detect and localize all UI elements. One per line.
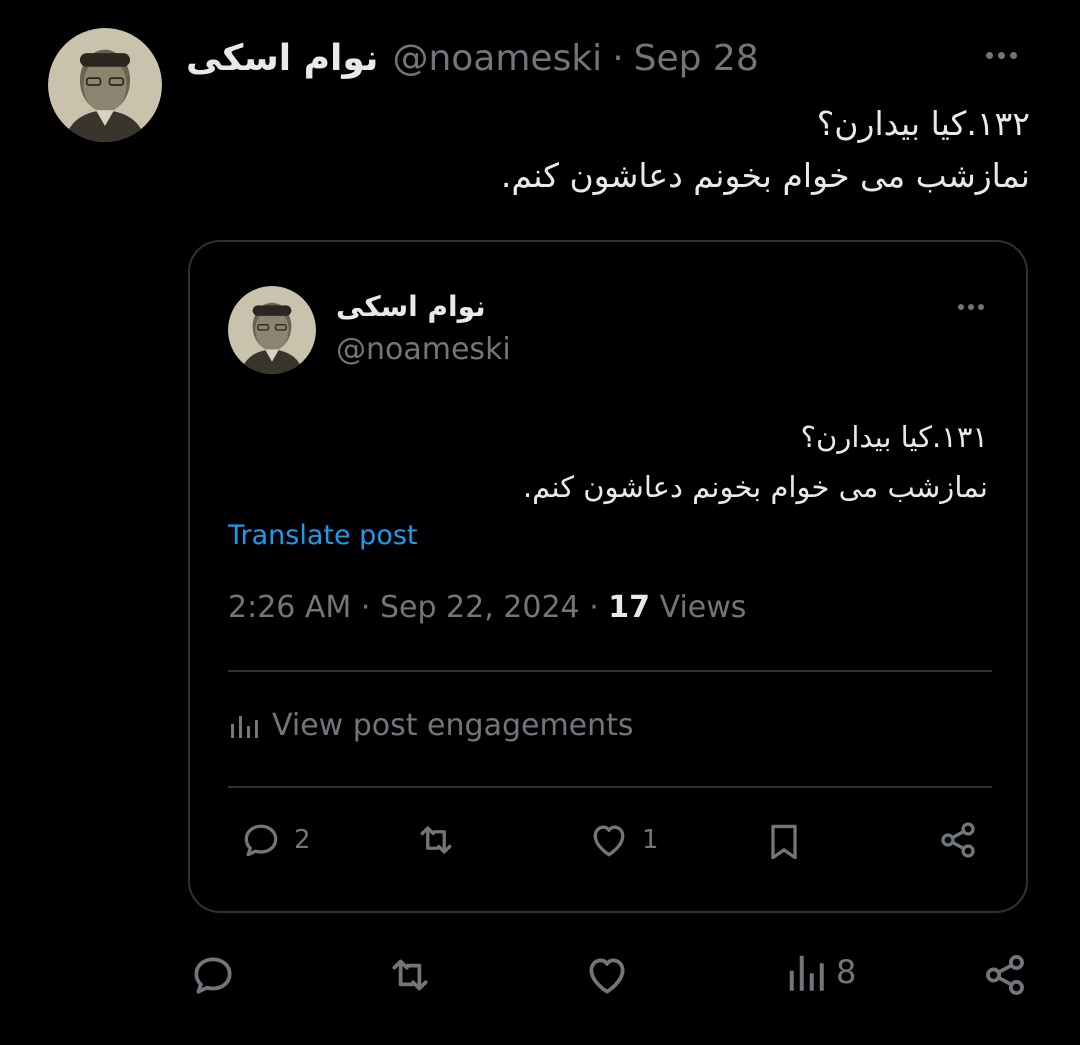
heart-icon <box>589 958 625 994</box>
bar-chart-icon <box>789 955 824 991</box>
author-handle[interactable]: @noameski <box>392 38 602 79</box>
retweet-icon <box>392 959 428 991</box>
avatar[interactable] <box>48 28 162 142</box>
quote-time[interactable]: 2:26 AM <box>228 590 351 625</box>
share-icon <box>941 822 975 858</box>
meta-separator: · <box>589 590 599 625</box>
tweet-text-line: ۱۳۲.کیا بیدارن؟ <box>816 104 1030 143</box>
author-display-name[interactable]: نوام اسکی <box>186 38 378 79</box>
tweet-text: ۱۳۲.کیا بیدارن؟ نمازشب می خوام بخونم دعا… <box>210 98 1030 202</box>
quote-timestamp-views: 2:26 AM · Sep 22, 2024 · 17 Views <box>228 590 746 625</box>
meta-separator: · <box>360 590 371 625</box>
reply-bubble-icon <box>194 957 232 994</box>
more-dots-icon[interactable] <box>958 304 984 310</box>
quote-reply-count: 2 <box>294 825 311 855</box>
more-dots-icon[interactable] <box>986 52 1017 59</box>
quote-text-line: ۱۳۱.کیا بیدارن؟ <box>800 420 988 454</box>
retweet-button[interactable] <box>384 950 446 1000</box>
quote-views-label: Views <box>659 590 747 625</box>
views-count: 8 <box>836 953 857 991</box>
like-button[interactable] <box>582 950 642 1000</box>
quote-text: ۱۳۱.کیا بیدارن؟ نمازشب می خوام بخونم دعا… <box>228 412 988 512</box>
tweet-text-line: نمازشب می خوام بخونم دعاشون کنم. <box>500 156 1030 195</box>
tweet-header: نوام اسکی @noameski · Sep 28 <box>186 30 759 86</box>
header-separator: · <box>612 37 624 79</box>
bookmark-icon <box>771 824 797 860</box>
avatar-portrait-image <box>228 286 316 374</box>
quote-author-display-name[interactable]: نوام اسکی <box>336 290 486 323</box>
quote-reply-button[interactable]: 2 <box>238 818 311 862</box>
quote-like-count: 1 <box>642 825 659 855</box>
quote-retweet-button[interactable] <box>412 818 460 862</box>
tweet-date[interactable]: Sep 28 <box>634 38 759 79</box>
quote-text-line: نمازشب می خوام بخونم دعاشون کنم. <box>522 470 988 504</box>
reply-button[interactable] <box>188 950 248 1000</box>
retweet-icon <box>420 826 452 854</box>
quote-avatar[interactable] <box>228 286 316 374</box>
avatar-portrait-image <box>48 28 162 142</box>
quote-date[interactable]: Sep 22, 2024 <box>380 590 580 625</box>
bar-chart-icon <box>231 715 258 738</box>
divider <box>228 670 992 672</box>
divider <box>228 786 992 788</box>
heart-icon <box>593 825 625 857</box>
view-engagements-button[interactable]: View post engagements <box>228 708 634 743</box>
view-engagements-label: View post engagements <box>272 708 634 743</box>
quote-like-button[interactable]: 1 <box>586 818 659 862</box>
translate-post-link[interactable]: Translate post <box>228 520 418 551</box>
share-button[interactable] <box>980 950 1030 1000</box>
quoted-tweet-card[interactable]: نوام اسکی @noameski ۱۳۱.کیا بیدارن؟ نماز… <box>188 240 1028 913</box>
reply-bubble-icon <box>244 824 278 857</box>
views-button[interactable]: 8 <box>786 950 856 994</box>
quote-views-count: 17 <box>608 590 651 625</box>
quote-author-handle[interactable]: @noameski <box>336 332 511 367</box>
quote-bookmark-button[interactable] <box>762 818 806 866</box>
share-icon <box>986 954 1024 996</box>
quote-share-button[interactable] <box>936 818 980 862</box>
